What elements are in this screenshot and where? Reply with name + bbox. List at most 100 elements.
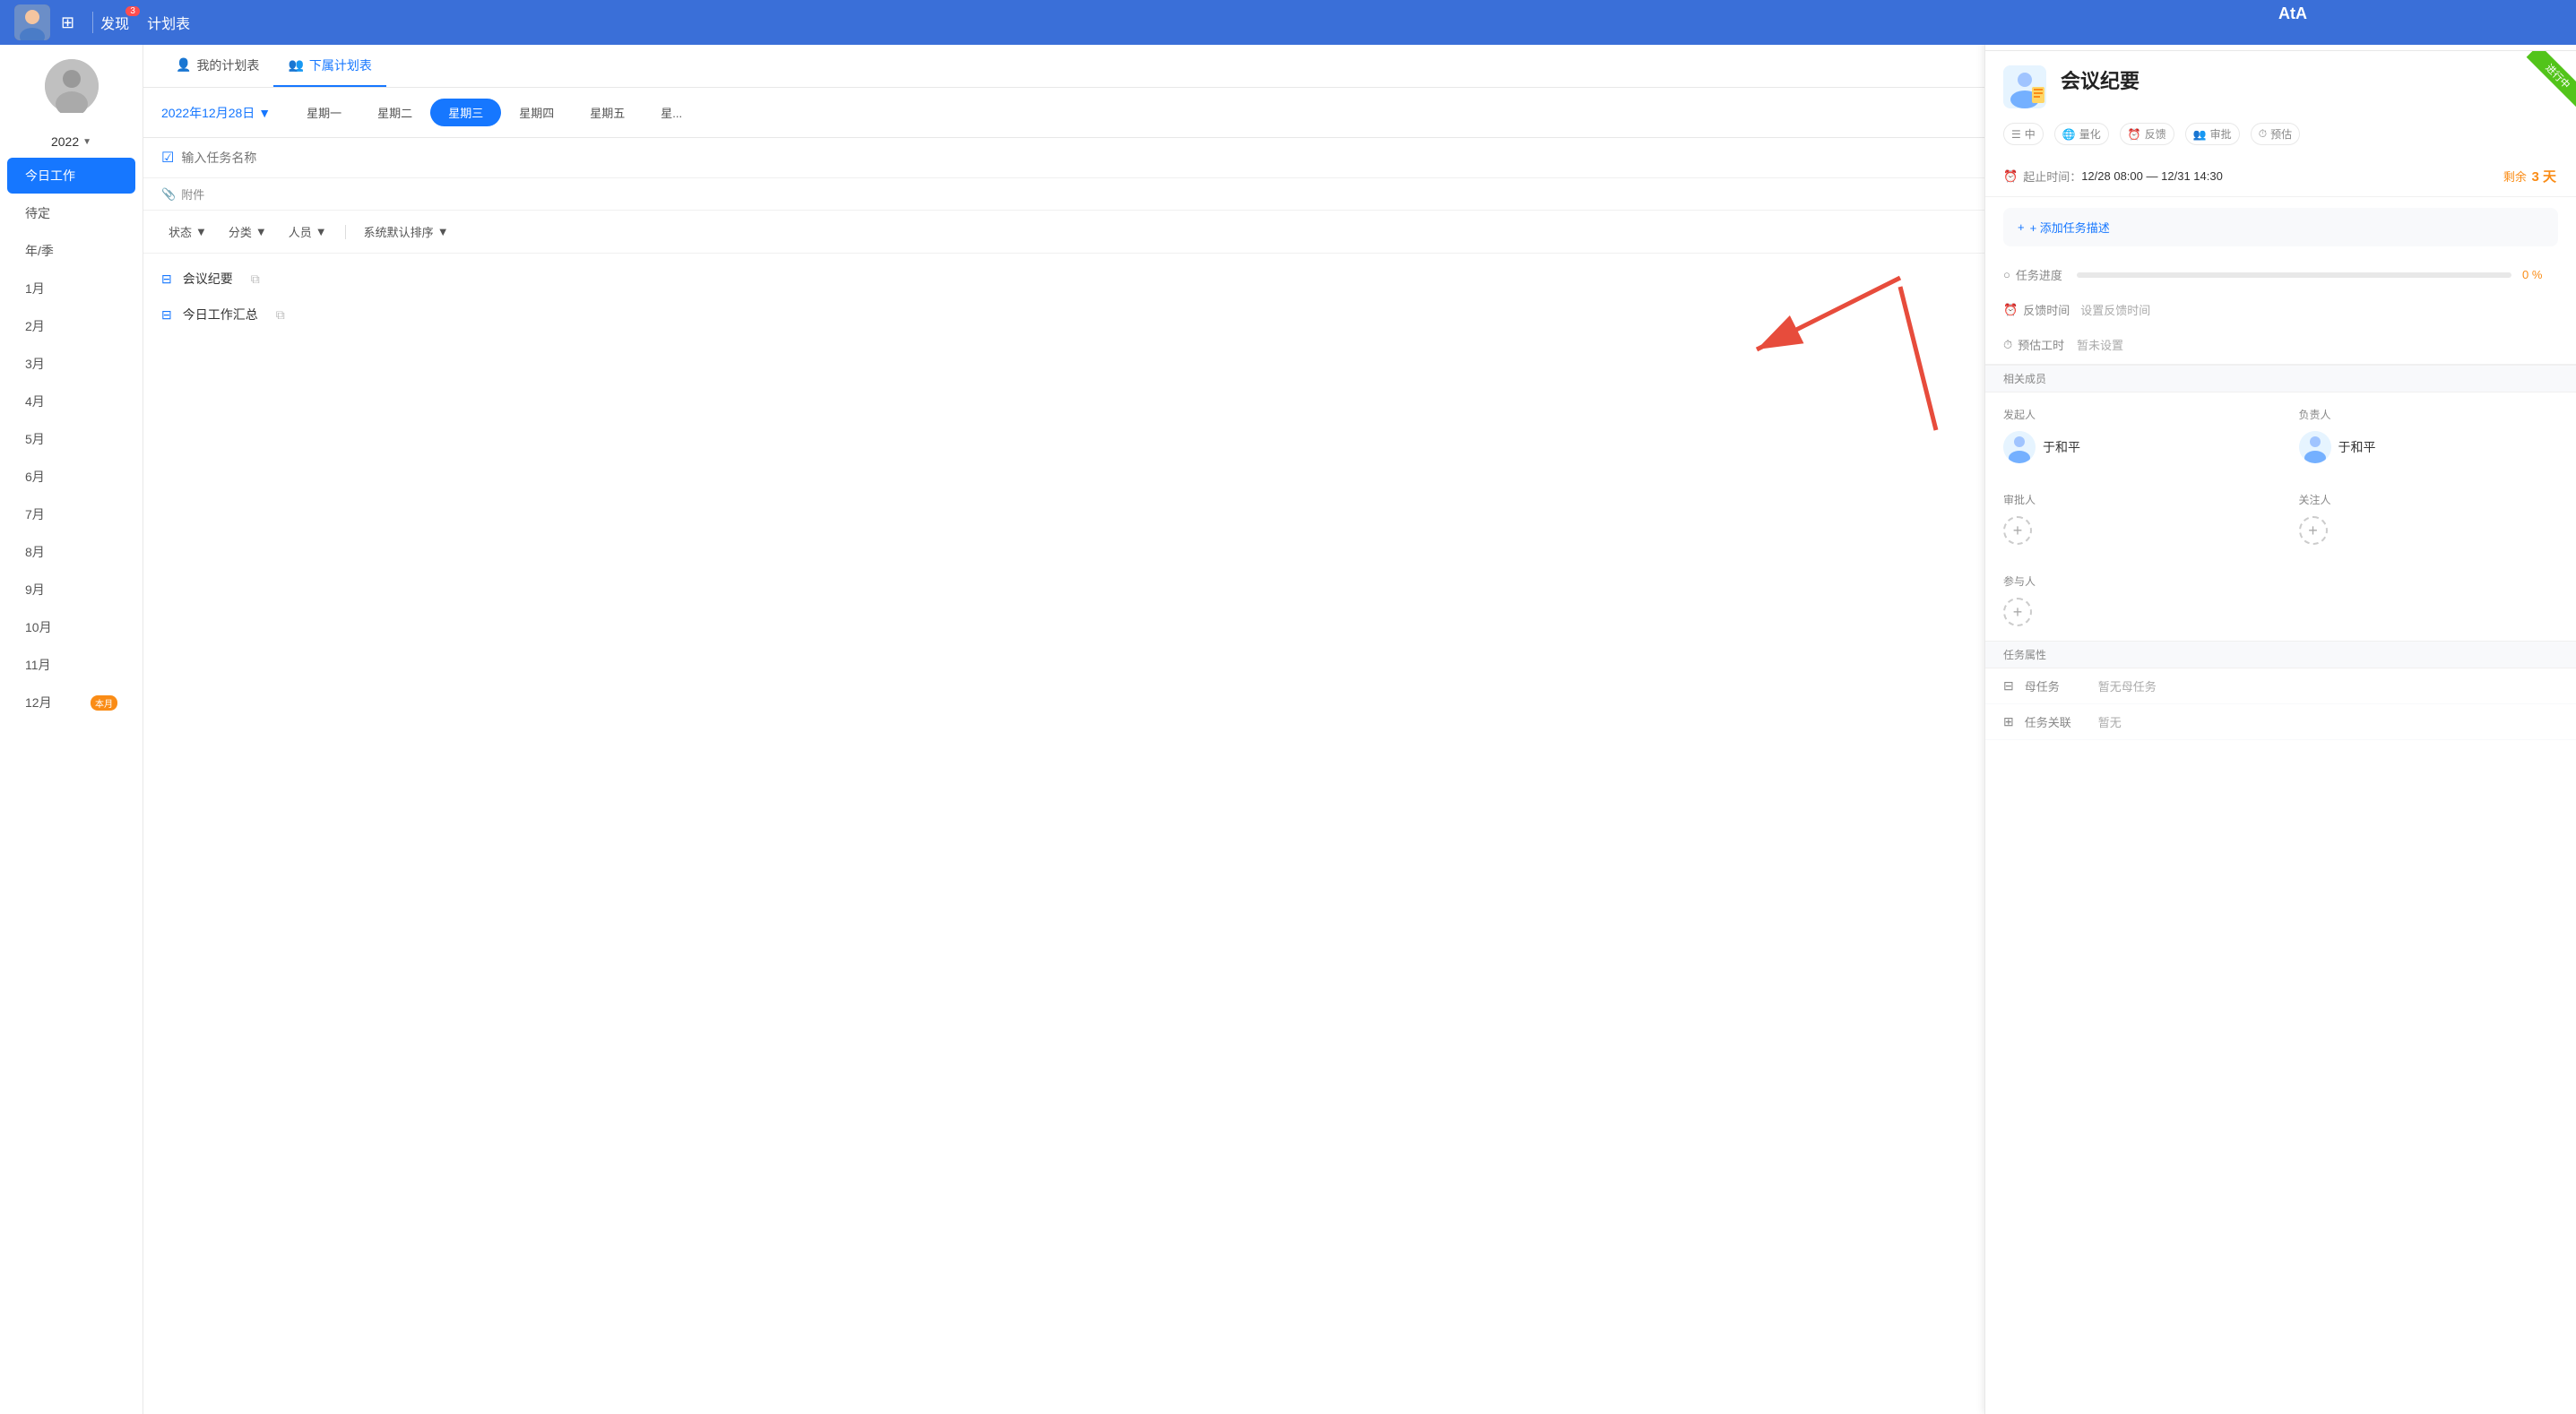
grid-icon[interactable]: ⊞ [61, 13, 74, 32]
filter-sort[interactable]: 系统默认排序 ▼ [357, 220, 456, 244]
remaining-days: 剩余 3 天 [2503, 167, 2558, 185]
responsible-avatar[interactable] [2299, 431, 2331, 463]
responsible-cell: 负责人 于和平 [2281, 392, 2576, 478]
approver-info: + [2003, 516, 2263, 545]
sidebar-item-apr[interactable]: 4月 [7, 384, 135, 419]
progress-bar-container[interactable] [2077, 272, 2511, 278]
add-watcher-btn[interactable]: + [2299, 516, 2328, 545]
feedback-time-value[interactable]: 设置反馈时间 [2080, 301, 2150, 318]
responsible-name: 于和平 [2338, 438, 2376, 456]
watcher-role: 关注人 [2299, 492, 2559, 507]
sidebar-item-jun[interactable]: 6月 [7, 459, 135, 495]
estimate-value[interactable]: 暂未设置 [2077, 336, 2123, 353]
sidebar-item-aug[interactable]: 8月 [7, 534, 135, 570]
task-link-value[interactable]: 暂无 [2098, 713, 2122, 730]
add-approver-btn[interactable]: + [2003, 516, 2032, 545]
sidebar-item-today[interactable]: 今日工作 [7, 158, 135, 194]
time-value[interactable]: 12/28 08:00 — 12/31 14:30 [2081, 169, 2503, 183]
panel-header-wrapper: 会议纪要 进行中 [1985, 51, 2576, 123]
filter-divider [345, 225, 346, 239]
ribbon-label: 进行中 [2527, 51, 2576, 108]
filter-status[interactable]: 状态 ▼ [161, 220, 214, 244]
year-arrow-icon: ▼ [82, 137, 91, 147]
feedback-time-label: ⏰ 反馈时间 [2003, 301, 2070, 318]
participant-role: 参与人 [2003, 573, 2263, 589]
alarm-icon: ⏰ [2003, 303, 2018, 317]
parent-task-value[interactable]: 暂无母任务 [2098, 677, 2157, 694]
panel-tags: ☰ 中 🌐 量化 ⏰ 反馈 👥 审批 ⏱ 预估 [1985, 123, 2576, 156]
sidebar-item-pending[interactable]: 待定 [7, 195, 135, 231]
parent-task-row: ⊟ 母任务 暂无母任务 [1985, 668, 2576, 704]
tag-estimate[interactable]: ⏱ 预估 [2251, 123, 2300, 145]
tab-subordinate-plan[interactable]: 👥 下属计划表 [273, 46, 385, 87]
tag-priority[interactable]: ☰ 中 [2003, 123, 2044, 145]
sidebar-item-feb[interactable]: 2月 [7, 308, 135, 344]
responsible-info: 于和平 [2299, 431, 2559, 463]
time-clock-icon: ⏰ 起止时间： [2003, 168, 2081, 185]
weekday-tue[interactable]: 星期二 [359, 99, 430, 126]
initiator-avatar[interactable] [2003, 431, 2036, 463]
sidebar-item-mar[interactable]: 3月 [7, 346, 135, 382]
parent-task-label: 母任务 [2025, 677, 2088, 694]
top-nav: ⊞ 发现 3 计划表 AtA [0, 0, 2576, 45]
quantify-icon: 🌐 [2062, 128, 2076, 141]
subordinate-icon: 👥 [288, 57, 303, 73]
filter-person[interactable]: 人员 ▼ [281, 220, 334, 244]
tag-approve[interactable]: 👥 审批 [2185, 123, 2240, 145]
approver-role: 审批人 [2003, 492, 2263, 507]
nav-avatar[interactable] [14, 4, 50, 40]
left-sidebar: 2022 ▼ 今日工作 待定 年/季 1月 2月 3月 4月 5月 6月 7月 … [0, 45, 143, 1414]
initiator-name: 于和平 [2043, 438, 2080, 456]
tag-quantify[interactable]: 🌐 量化 [2054, 123, 2109, 145]
task-icon-1: ⊟ [161, 307, 172, 323]
panel-task-title: 会议纪要 [2061, 65, 2139, 94]
approve-icon: 👥 [2193, 128, 2207, 141]
task-copy-icon-0[interactable]: ⧉ [251, 272, 260, 287]
filter-category[interactable]: 分类 ▼ [221, 220, 274, 244]
members-grid: 发起人 于和平 负责人 [1985, 392, 2576, 641]
filter-sort-arrow: ▼ [437, 225, 449, 238]
date-picker[interactable]: 2022年12月28日 ▼ [161, 104, 271, 122]
date-arrow-icon: ▼ [258, 106, 271, 120]
initiator-role: 发起人 [2003, 407, 2263, 422]
attachment-icon: 📎 [161, 187, 176, 202]
sidebar-year[interactable]: 2022 ▼ [0, 127, 143, 156]
sidebar-item-oct[interactable]: 10月 [7, 609, 135, 645]
weekday-mon[interactable]: 星期一 [289, 99, 359, 126]
task-copy-icon-1[interactable]: ⧉ [276, 307, 285, 323]
estimate-icon: ⏱ [2259, 127, 2267, 141]
nav-divider [92, 12, 93, 33]
sidebar-item-year[interactable]: 年/季 [7, 233, 135, 269]
add-description-btn[interactable]: + + 添加任务描述 [2003, 208, 2558, 246]
weekday-sat[interactable]: 星... [643, 99, 700, 126]
week-days: 星期一 星期二 星期三 星期四 星期五 星... [289, 99, 700, 126]
filter-status-arrow: ▼ [195, 225, 207, 238]
sidebar-item-jan[interactable]: 1月 [7, 271, 135, 306]
add-participant-btn[interactable]: + [2003, 598, 2032, 626]
approver-cell: 审批人 + [1985, 478, 2281, 559]
watcher-cell: 关注人 + [2281, 478, 2576, 559]
progress-label: ○ 任务进度 [2003, 266, 2066, 283]
properties-section-title: 任务属性 [1985, 641, 2576, 668]
nav-discover[interactable]: 发现 3 [100, 12, 129, 33]
sidebar-item-dec[interactable]: 12月 本月 [7, 685, 135, 720]
priority-icon: ☰ [2011, 128, 2021, 141]
participant-info: + [2003, 598, 2263, 626]
estimate-row: ⏱ 预估工时 暂未设置 [1985, 327, 2576, 365]
estimate-label: ⏱ 预估工时 [2003, 336, 2066, 353]
nav-plan: 计划表 [147, 12, 190, 33]
sidebar-item-may[interactable]: 5月 [7, 421, 135, 457]
weekday-thu[interactable]: 星期四 [501, 99, 572, 126]
filter-category-arrow: ▼ [255, 225, 267, 238]
filter-person-arrow: ▼ [316, 225, 327, 238]
tab-my-plan[interactable]: 👤 我的计划表 [161, 46, 273, 87]
tag-feedback[interactable]: ⏰ 反馈 [2120, 123, 2174, 145]
my-plan-icon: 👤 [176, 57, 191, 73]
sidebar-item-sep[interactable]: 9月 [7, 572, 135, 608]
sidebar-item-jul[interactable]: 7月 [7, 496, 135, 532]
responsible-role: 负责人 [2299, 407, 2559, 422]
weekday-fri[interactable]: 星期五 [572, 99, 643, 126]
sidebar-item-nov[interactable]: 11月 [7, 647, 135, 683]
parent-task-icon: ⊟ [2003, 678, 2014, 694]
weekday-wed[interactable]: 星期三 [430, 99, 501, 126]
